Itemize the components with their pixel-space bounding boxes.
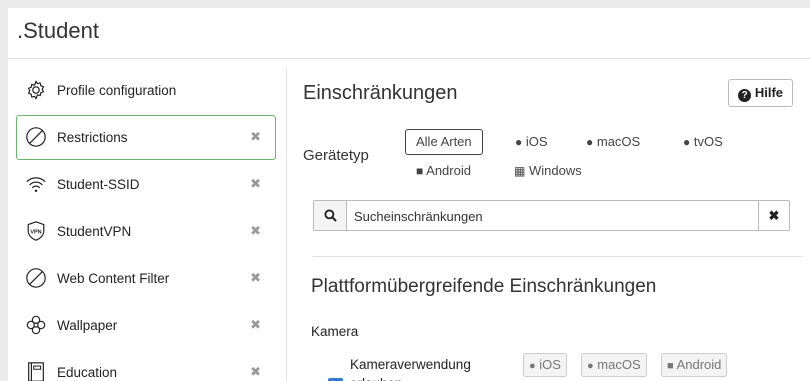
remove-icon[interactable]: ✖ bbox=[250, 223, 261, 239]
svg-text:VPN: VPN bbox=[30, 229, 41, 235]
flower-icon bbox=[26, 315, 46, 335]
remove-icon[interactable]: ✖ bbox=[250, 364, 261, 380]
column-divider bbox=[286, 68, 287, 381]
search-input[interactable] bbox=[352, 201, 756, 232]
apple-icon: ● bbox=[587, 360, 594, 372]
sidebar-item-label: Restrictions bbox=[57, 130, 128, 145]
platform-tag-ios: ● iOS bbox=[523, 353, 567, 377]
section-title: Einschränkungen bbox=[303, 82, 458, 104]
sidebar-item-label: StudentVPN bbox=[57, 224, 132, 239]
apple-icon: ● bbox=[683, 135, 691, 149]
clear-search-button[interactable]: ✖ bbox=[758, 201, 789, 230]
platform-tag-label: iOS bbox=[539, 357, 561, 372]
device-type-ios[interactable]: ● iOS bbox=[515, 130, 548, 154]
help-label: Hilfe bbox=[754, 85, 783, 100]
remove-icon[interactable]: ✖ bbox=[250, 129, 261, 145]
question-circle-icon: ? bbox=[738, 89, 752, 102]
apple-icon: ● bbox=[586, 135, 594, 149]
device-type-label-text: iOS bbox=[525, 134, 548, 149]
wifi-icon bbox=[26, 177, 46, 193]
prohibited-icon bbox=[26, 268, 46, 288]
sidebar-item-wallpaper[interactable]: Wallpaper ✖ bbox=[16, 303, 276, 348]
sidebar: Profile configuration Restrictions ✖ Stu… bbox=[16, 68, 276, 381]
device-type-all[interactable]: Alle Arten bbox=[405, 129, 483, 155]
sidebar-item-education[interactable]: Education ✖ bbox=[16, 350, 276, 381]
remove-icon[interactable]: ✖ bbox=[250, 270, 261, 286]
notebook-icon bbox=[28, 362, 44, 381]
sidebar-item-label: Web Content Filter bbox=[57, 271, 170, 286]
device-type-android[interactable]: ■ Android bbox=[416, 159, 471, 183]
platform-tag-macos: ● macOS bbox=[581, 353, 647, 377]
device-type-label-text: tvOS bbox=[693, 134, 723, 149]
search-box: ✖ bbox=[313, 200, 790, 232]
prohibited-icon bbox=[26, 127, 46, 147]
apple-icon: ● bbox=[515, 135, 523, 149]
device-type-label-text: macOS bbox=[596, 134, 641, 149]
sidebar-item-studentvpn[interactable]: VPN StudentVPN ✖ bbox=[16, 209, 276, 254]
sidebar-item-restrictions[interactable]: Restrictions ✖ bbox=[16, 115, 276, 160]
android-icon: ■ bbox=[667, 360, 674, 372]
apple-icon: ● bbox=[529, 360, 536, 372]
sidebar-item-web-content-filter[interactable]: Web Content Filter ✖ bbox=[16, 256, 276, 301]
android-icon: ■ bbox=[416, 164, 424, 178]
device-type-windows[interactable]: ▦ Windows bbox=[514, 159, 582, 183]
remove-icon[interactable]: ✖ bbox=[250, 317, 261, 333]
gear-icon bbox=[27, 80, 45, 100]
device-type-macos[interactable]: ● macOS bbox=[586, 130, 640, 154]
divider bbox=[8, 58, 810, 59]
sidebar-item-label: Education bbox=[57, 365, 118, 380]
device-type-label-text: Alle Arten bbox=[416, 134, 472, 149]
search-icon[interactable] bbox=[314, 201, 347, 230]
camera-allow-label: Kameraverwendung erlauben bbox=[350, 357, 471, 381]
platform-tag-android: ■ Android bbox=[661, 353, 728, 377]
device-type-label-text: Windows bbox=[528, 163, 582, 178]
remove-icon[interactable]: ✖ bbox=[250, 176, 261, 192]
sidebar-item-label: Profile configuration bbox=[57, 83, 177, 98]
vpn-shield-icon: VPN bbox=[27, 221, 45, 241]
sidebar-item-label: Wallpaper bbox=[57, 318, 118, 333]
sidebar-item-student-ssid[interactable]: Student-SSID ✖ bbox=[16, 162, 276, 207]
device-type-label-text: Android bbox=[426, 163, 471, 178]
page-title: .Student bbox=[17, 18, 99, 43]
help-button[interactable]: ? Hilfe bbox=[728, 79, 793, 107]
cross-platform-heading: Plattformübergreifende Einschränkungen bbox=[311, 276, 657, 297]
device-type-label: Gerätetyp bbox=[303, 147, 369, 164]
profile-card: .Student Profile configuration Restricti… bbox=[8, 8, 810, 381]
camera-section-label: Kamera bbox=[311, 324, 359, 339]
divider bbox=[313, 256, 803, 257]
platform-tag-label: Android bbox=[676, 357, 722, 372]
platform-tag-label: macOS bbox=[597, 357, 641, 372]
device-type-tvos[interactable]: ● tvOS bbox=[683, 130, 723, 154]
windows-icon: ▦ bbox=[514, 164, 526, 178]
sidebar-item-label: Student-SSID bbox=[57, 177, 140, 192]
sidebar-item-profile-configuration[interactable]: Profile configuration bbox=[16, 68, 276, 113]
